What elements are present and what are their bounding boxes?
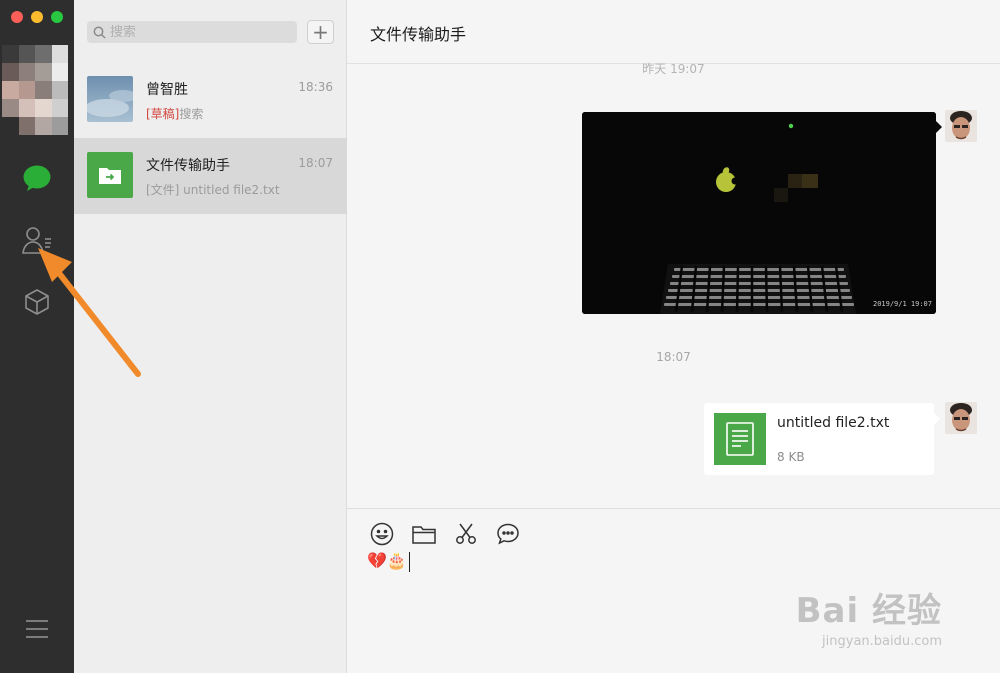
minimize-window-button[interactable] <box>31 11 43 23</box>
search-icon <box>93 26 106 39</box>
preview-text: 搜索 <box>179 107 204 121</box>
chat-item-zeng[interactable]: 曾智胜 18:36 [草稿]搜索 <box>74 62 347 138</box>
photo-timestamp: 2019/9/1 19:07 <box>872 300 932 308</box>
user-avatar[interactable] <box>2 45 68 135</box>
file-icon <box>714 413 766 465</box>
chat-bubble-icon[interactable] <box>495 521 521 547</box>
chat-header: 文件传输助手 <box>347 0 1000 64</box>
timestamp-yesterday: 昨天 19:07 <box>642 62 705 76</box>
message-input-text: 💔🎂 <box>367 551 407 570</box>
search-box[interactable] <box>87 21 297 43</box>
chat-item-time: 18:07 <box>298 156 333 170</box>
left-sidebar <box>0 0 74 673</box>
mini-program-icon[interactable] <box>19 284 55 320</box>
chat-item-preview: [文件] untitled file2.txt <box>146 183 280 197</box>
chat-icon[interactable] <box>19 160 55 196</box>
chat-title: 文件传输助手 <box>370 25 467 44</box>
chat-item-name: 文件传输助手 <box>146 158 230 174</box>
file-message[interactable]: untitled file2.txt 8 KB <box>704 403 934 475</box>
contacts-icon[interactable] <box>19 222 55 258</box>
draft-tag: [草稿] <box>146 107 180 121</box>
scissors-icon[interactable] <box>453 521 479 547</box>
text-caret <box>408 551 410 572</box>
sender-avatar[interactable] <box>945 110 977 142</box>
emoji-icon[interactable] <box>369 521 395 547</box>
sender-avatar[interactable] <box>945 402 977 434</box>
chat-panel: 文件传输助手 昨天 19:07 2019/9/1 19:07 18:07 unt… <box>347 0 1000 673</box>
photo-message[interactable]: 2019/9/1 19:07 <box>582 112 936 314</box>
file-name: untitled file2.txt <box>777 415 890 431</box>
keyboard-image <box>660 264 856 314</box>
folder-icon[interactable] <box>411 521 437 547</box>
timestamp-today: 18:07 <box>656 350 691 364</box>
chat-list-panel: + 曾智胜 18:36 [草稿]搜索 文件传输助手 18:07 [文件] unt… <box>74 0 347 673</box>
bubble-tail <box>934 413 940 425</box>
baidu-watermark: Bai 经验 jingyan.baidu.com <box>796 583 942 649</box>
close-window-button[interactable] <box>11 11 23 23</box>
watermark-sub: jingyan.baidu.com <box>822 634 942 649</box>
file-transfer-avatar-icon <box>87 152 133 198</box>
bubble-tail <box>936 121 942 133</box>
chat-item-preview: [草稿]搜索 <box>146 105 203 122</box>
chat-item-file-transfer[interactable]: 文件传输助手 18:07 [文件] untitled file2.txt <box>74 138 347 214</box>
chat-item-name: 曾智胜 <box>146 82 188 98</box>
maximize-window-button[interactable] <box>51 11 63 23</box>
contact-avatar <box>87 76 133 122</box>
file-size: 8 KB <box>777 450 805 464</box>
chat-item-time: 18:36 <box>298 80 333 94</box>
search-input[interactable] <box>110 24 280 40</box>
message-input[interactable]: 💔🎂 <box>367 551 977 581</box>
watermark-main: Bai 经验 <box>795 591 942 631</box>
menu-icon[interactable] <box>26 620 48 640</box>
add-chat-button[interactable]: + <box>307 20 334 44</box>
message-composer: 💔🎂 Bai 经验 jingyan.baidu.com <box>347 508 1000 673</box>
